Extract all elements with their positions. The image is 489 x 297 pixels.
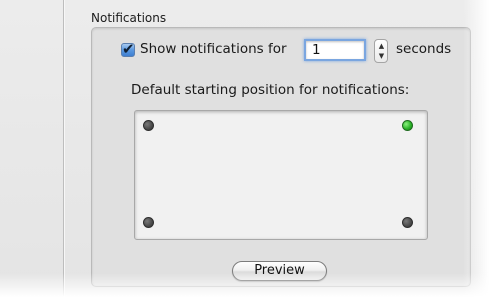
position-bottom-right-dot[interactable] xyxy=(402,217,413,228)
show-notifications-checkbox[interactable]: ✔ xyxy=(121,40,135,58)
checkmark-icon: ✔ xyxy=(122,40,135,58)
duration-input[interactable] xyxy=(304,39,366,61)
show-notifications-label[interactable]: Show notifications for xyxy=(140,41,287,57)
position-picker xyxy=(134,110,428,240)
position-top-right-dot[interactable] xyxy=(402,120,413,131)
stepper-up-icon[interactable]: ▲ xyxy=(377,41,386,51)
preferences-window: Notifications ✔ Show notifications for ▲… xyxy=(0,0,489,297)
position-bottom-left-dot[interactable] xyxy=(143,217,154,228)
position-top-left-dot[interactable] xyxy=(143,120,154,131)
sidebar-divider-highlight xyxy=(64,0,65,297)
seconds-label: seconds xyxy=(396,41,452,57)
edge-fade-right xyxy=(463,0,489,297)
duration-stepper[interactable]: ▲ ▼ xyxy=(374,39,388,63)
stepper-down-icon[interactable]: ▼ xyxy=(377,51,386,61)
position-heading: Default starting position for notificati… xyxy=(131,82,410,98)
section-title: Notifications xyxy=(91,11,167,25)
edge-fade-bottom xyxy=(0,273,489,297)
